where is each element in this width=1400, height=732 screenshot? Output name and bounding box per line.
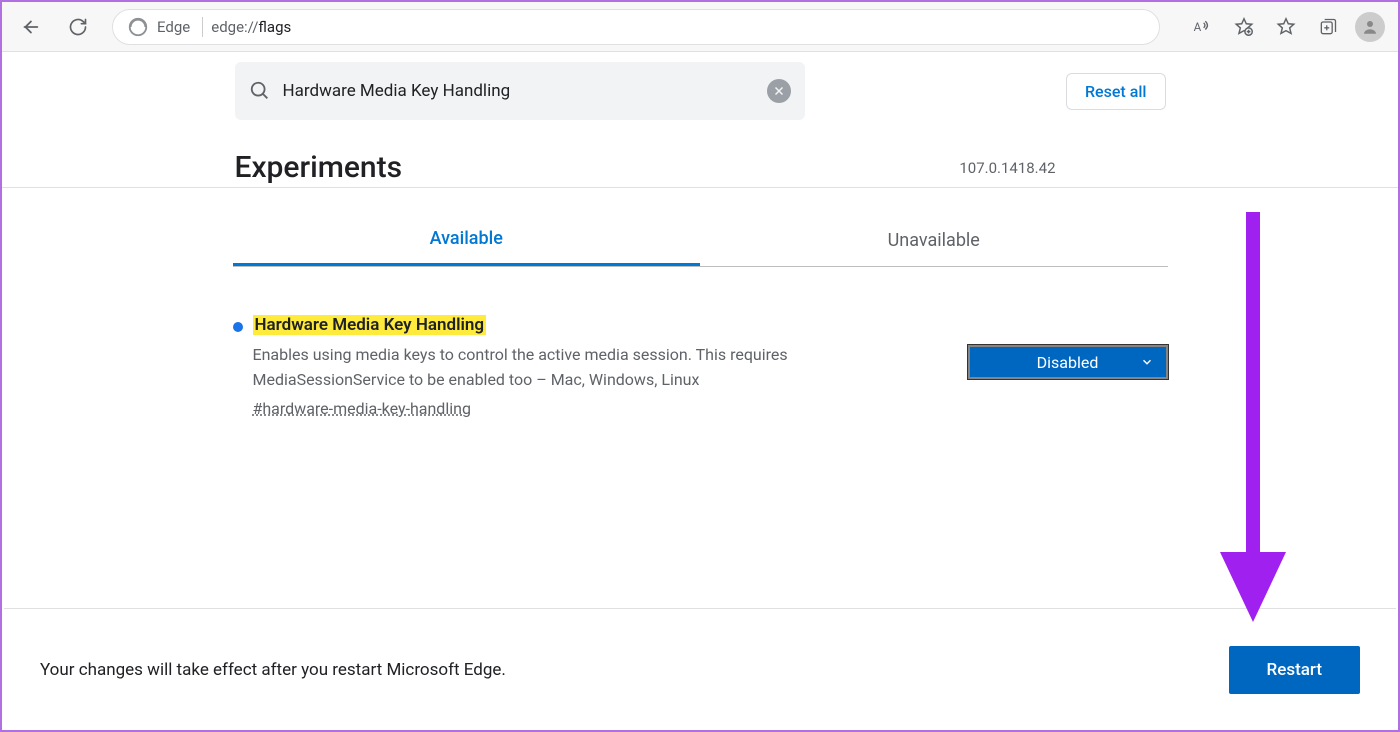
chevron-down-icon: [1140, 355, 1154, 369]
tab-available[interactable]: Available: [233, 214, 701, 266]
title-row: Experiments 107.0.1418.42: [235, 132, 1166, 187]
search-box[interactable]: [235, 62, 805, 120]
url-path: flags: [258, 18, 291, 36]
search-input[interactable]: [283, 81, 755, 101]
collections-icon[interactable]: [1308, 9, 1348, 45]
page-content: Reset all Experiments 107.0.1418.42 Avai…: [2, 52, 1398, 418]
flag-state-dropdown[interactable]: Disabled: [968, 345, 1168, 379]
address-bar[interactable]: Edge edge://flags: [112, 9, 1160, 45]
favorites-icon[interactable]: [1266, 9, 1306, 45]
refresh-button[interactable]: [58, 9, 98, 45]
clear-search-button[interactable]: [767, 79, 791, 103]
reset-all-button[interactable]: Reset all: [1066, 73, 1166, 110]
version-label: 107.0.1418.42: [959, 159, 1165, 177]
flag-description: Enables using media keys to control the …: [253, 343, 893, 393]
browser-toolbar: Edge edge://flags A: [2, 2, 1398, 52]
flag-list: Hardware Media Key Handling Enables usin…: [233, 267, 1168, 418]
profile-avatar[interactable]: [1350, 9, 1390, 45]
flag-anchor-link[interactable]: #hardware-media-key-handling: [253, 399, 471, 418]
flag-item: Hardware Media Key Handling Enables usin…: [233, 315, 1168, 418]
tab-unavailable[interactable]: Unavailable: [700, 214, 1168, 266]
search-icon: [249, 80, 271, 102]
tabs: Available Unavailable: [233, 214, 1168, 267]
page-title: Experiments: [235, 150, 403, 185]
search-row: Reset all: [235, 62, 1166, 132]
back-button[interactable]: [10, 9, 50, 45]
address-separator: [202, 17, 203, 37]
browser-name-label: Edge: [157, 18, 190, 36]
add-favorite-icon[interactable]: [1224, 9, 1264, 45]
edge-logo-icon: [127, 16, 149, 38]
avatar-icon: [1355, 12, 1385, 42]
dropdown-value: Disabled: [1037, 353, 1099, 372]
modified-dot-icon: [233, 322, 243, 332]
flag-title: Hardware Media Key Handling: [253, 315, 487, 335]
url-prefix: edge://: [211, 18, 258, 36]
toolbar-actions: A: [1182, 9, 1390, 45]
url-display: edge://flags: [211, 18, 291, 36]
read-aloud-icon[interactable]: A: [1182, 9, 1222, 45]
restart-bar: Your changes will take effect after you …: [4, 608, 1396, 730]
restart-button[interactable]: Restart: [1229, 646, 1360, 694]
svg-text:A: A: [1194, 20, 1202, 34]
restart-message: Your changes will take effect after you …: [40, 660, 506, 680]
